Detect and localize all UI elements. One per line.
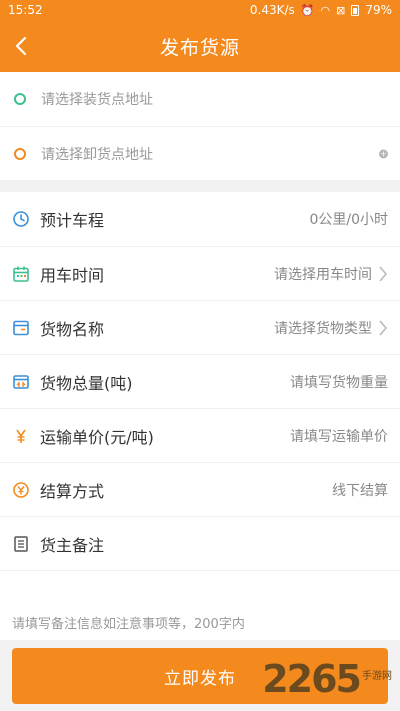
document-icon (12, 535, 30, 553)
address-card: 请选择装货点地址 请选择卸货点地址 + (0, 72, 400, 180)
chevron-left-icon (15, 36, 27, 56)
watermark-suffix: 手游网 (362, 671, 392, 682)
row-label: 货物名称 (40, 319, 105, 339)
load-dot-icon (14, 93, 26, 105)
alarm-icon: ⏰ (300, 3, 315, 17)
form-card: 预计车程 0公里/0小时 用车时间 请选择用车时间 货物名称 请选择货物类型 货… (0, 192, 400, 675)
unload-address-row[interactable]: 请选择卸货点地址 + (0, 126, 400, 180)
unload-address-placeholder: 请选择卸货点地址 (41, 146, 153, 163)
row-label: 预计车程 (40, 211, 105, 230)
row-label: 用车时间 (40, 265, 105, 285)
row-value: 请填写运输单价 (290, 428, 388, 445)
watermark-number: 2265 (262, 657, 362, 701)
row-value: 请选择货物类型 (274, 320, 372, 337)
load-address-row[interactable]: 请选择装货点地址 (0, 72, 400, 126)
box-icon (12, 319, 30, 337)
row-settlement-method[interactable]: 结算方式 线下结算 (0, 462, 400, 516)
row-goods-name[interactable]: 货物名称 请选择货物类型 (0, 300, 400, 354)
status-time: 15:52 (8, 3, 43, 17)
row-goods-weight[interactable]: 货物总量(吨) 请填写货物重量 (0, 354, 400, 408)
network-speed: 0.43K/s (249, 3, 295, 17)
battery-icon (351, 4, 360, 16)
row-vehicle-time[interactable]: 用车时间 请选择用车时间 (0, 246, 400, 300)
coin-yuan-icon (12, 481, 30, 499)
chevron-right-icon (379, 265, 388, 282)
page-title: 发布货源 (159, 36, 240, 59)
load-address-placeholder: 请选择装货点地址 (41, 92, 153, 108)
clock-icon (12, 210, 30, 228)
calendar-icon (12, 265, 30, 283)
row-label: 结算方式 (40, 481, 105, 501)
weight-icon (12, 373, 30, 391)
row-label: 运输单价(元/吨) (40, 427, 154, 447)
row-value: 请填写货物重量 (290, 374, 388, 391)
row-value: 0公里/0小时 (309, 212, 388, 228)
yuan-icon (12, 427, 30, 445)
chevron-right-icon (379, 319, 388, 336)
row-label: 货主备注 (40, 535, 105, 555)
remark-placeholder: 请填写备注信息如注意事项等，200字内 (12, 617, 245, 632)
row-estimated-distance: 预计车程 0公里/0小时 (0, 192, 400, 246)
back-button[interactable] (0, 20, 44, 72)
row-value: 线下结算 (332, 482, 388, 499)
status-bar: 15:52 0.43K/s ⏰ ◠ ⊠ 79% (0, 0, 400, 20)
no-sim-icon: ⊠ (336, 3, 346, 17)
row-value: 请选择用车时间 (274, 266, 372, 283)
unload-dot-icon (14, 147, 26, 160)
row-unit-price[interactable]: 运输单价(元/吨) 请填写运输单价 (0, 408, 400, 462)
status-right: 0.43K/s ⏰ ◠ ⊠ 79% (250, 3, 392, 17)
wifi-icon: ◠ (320, 3, 331, 17)
title-bar: 发布货源 (0, 20, 400, 72)
row-shipper-remark: 货主备注 (0, 516, 400, 570)
row-label: 货物总量(吨) (40, 373, 133, 393)
add-stop-icon[interactable]: + (379, 149, 388, 158)
battery-level: 79% (365, 3, 392, 17)
watermark-logo: 2265 手游网 (262, 660, 392, 698)
